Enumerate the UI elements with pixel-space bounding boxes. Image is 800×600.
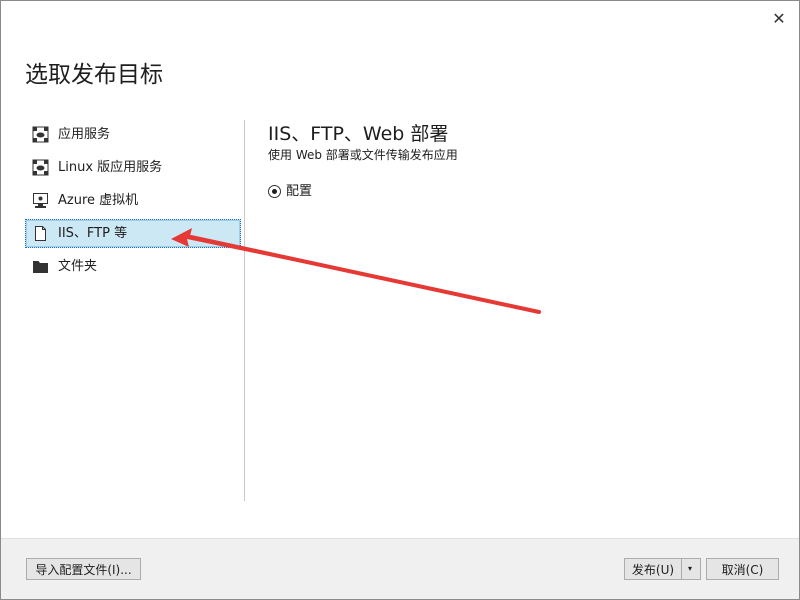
dialog-footer: 导入配置文件(I)... 发布(U) ▾ 取消(C) <box>1 538 799 599</box>
folder-icon <box>32 258 49 275</box>
publish-button[interactable]: 发布(U) <box>625 559 682 579</box>
publish-split-button: 发布(U) ▾ <box>624 558 701 580</box>
target-description: 使用 Web 部署或文件传输发布应用 <box>268 148 458 162</box>
target-list: 应用服务 Linux 版应用服务 Azure 虚拟机 IIS、FTP 等 文件夹 <box>25 120 245 285</box>
radio-configure[interactable]: 配置 <box>268 183 768 201</box>
chevron-down-icon[interactable]: ▾ <box>680 559 700 579</box>
publish-dialog: ✕ 选取发布目标 应用服务 Linux 版应用服务 Azure 虚拟机 IIS、… <box>0 0 800 600</box>
sidebar-item-app-service[interactable]: 应用服务 <box>25 120 241 149</box>
sidebar-item-label: 文件夹 <box>58 259 98 274</box>
target-title: IIS、FTP、Web 部署 <box>268 123 449 145</box>
sidebar-item-label: Linux 版应用服务 <box>58 160 163 175</box>
import-profile-button[interactable]: 导入配置文件(I)... <box>26 558 141 580</box>
sidebar-item-iis-ftp[interactable]: IIS、FTP 等 <box>25 219 241 248</box>
cloud-app-icon <box>32 126 49 143</box>
cloud-app-icon <box>32 159 49 176</box>
sidebar-item-azure-vm[interactable]: Azure 虚拟机 <box>25 186 241 215</box>
pane-divider <box>244 120 245 501</box>
sidebar-item-label: IIS、FTP 等 <box>58 226 128 241</box>
sidebar-item-label: Azure 虚拟机 <box>58 193 139 208</box>
target-details: IIS、FTP、Web 部署 使用 Web 部署或文件传输发布应用 配置 <box>268 121 768 201</box>
cancel-button[interactable]: 取消(C) <box>706 558 779 580</box>
radio-button[interactable] <box>268 185 281 198</box>
sidebar-item-linux-app-service[interactable]: Linux 版应用服务 <box>25 153 241 182</box>
sidebar-item-label: 应用服务 <box>58 127 111 142</box>
monitor-icon <box>32 192 49 209</box>
document-icon <box>32 225 49 242</box>
close-button[interactable]: ✕ <box>767 7 791 31</box>
annotation-arrow <box>171 228 541 314</box>
sidebar-item-folder[interactable]: 文件夹 <box>25 252 241 281</box>
radio-label: 配置 <box>286 184 313 199</box>
dialog-title: 选取发布目标 <box>25 62 163 88</box>
